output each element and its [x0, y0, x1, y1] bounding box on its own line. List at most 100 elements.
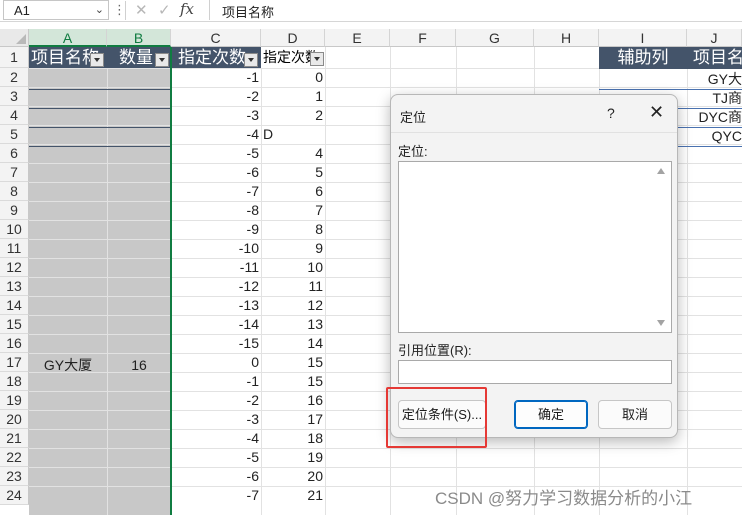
helper-cell-j2[interactable]: GY大 [687, 70, 742, 89]
cancel-icon[interactable]: ✕ [135, 1, 148, 19]
reference-input[interactable] [398, 360, 672, 384]
name-box[interactable]: A1 ⌄ [3, 0, 109, 20]
row-header[interactable]: 13 [0, 277, 29, 296]
cell-c[interactable]: -2 [171, 391, 259, 410]
cell-c[interactable]: 0 [171, 353, 259, 372]
helper-cell-j4[interactable]: DYC商 [687, 108, 742, 127]
cell-c[interactable]: -3 [171, 106, 259, 125]
ok-button[interactable]: 确定 [514, 400, 588, 429]
cell-a17[interactable]: GY大厦 [29, 356, 107, 375]
cell-d[interactable]: 8 [261, 220, 323, 239]
cell-d[interactable]: 4 [261, 144, 323, 163]
row-header[interactable]: 7 [0, 163, 29, 182]
row-header[interactable]: 20 [0, 410, 29, 429]
cell-d[interactable]: 13 [261, 315, 323, 334]
row-header[interactable]: 1 [0, 47, 29, 68]
cell-d[interactable]: 6 [261, 182, 323, 201]
column-header-g[interactable]: G [456, 29, 534, 47]
cell-d[interactable]: 1 [261, 87, 323, 106]
column-header-a[interactable]: A [29, 29, 107, 47]
cell-c[interactable]: -6 [171, 163, 259, 182]
cell-d[interactable]: 21 [261, 486, 323, 505]
cell-d[interactable]: 15 [261, 372, 323, 391]
cell-d[interactable]: 2 [261, 106, 323, 125]
row-header[interactable]: 14 [0, 296, 29, 315]
cell-c[interactable]: -4 [171, 429, 259, 448]
cell-c[interactable]: -14 [171, 315, 259, 334]
cell-c[interactable]: -4 [171, 125, 259, 144]
row-header[interactable]: 24 [0, 486, 29, 505]
cell-d[interactable]: 20 [261, 467, 323, 486]
cell-c[interactable]: -11 [171, 258, 259, 277]
filter-dropdown-icon[interactable] [155, 53, 169, 67]
row-header[interactable]: 12 [0, 258, 29, 277]
row-header[interactable]: 16 [0, 334, 29, 353]
column-header-b[interactable]: B [107, 29, 171, 47]
row-header[interactable]: 17 [0, 353, 29, 372]
cell-d[interactable]: 17 [261, 410, 323, 429]
cell-c[interactable]: -6 [171, 467, 259, 486]
column-header-h[interactable]: H [534, 29, 599, 47]
row-header[interactable]: 18 [0, 372, 29, 391]
help-icon[interactable]: ? [607, 105, 615, 121]
cell-c[interactable]: -9 [171, 220, 259, 239]
column-header-e[interactable]: E [325, 29, 390, 47]
goto-list[interactable] [398, 161, 672, 333]
row-header[interactable]: 15 [0, 315, 29, 334]
row-header[interactable]: 23 [0, 467, 29, 486]
cell-d[interactable]: 14 [261, 334, 323, 353]
cell-c[interactable]: -15 [171, 334, 259, 353]
row-header[interactable]: 3 [0, 87, 29, 106]
cell-d[interactable]: 19 [261, 448, 323, 467]
column-header-j[interactable]: J [687, 29, 742, 47]
cell-c[interactable]: -7 [171, 182, 259, 201]
filter-dropdown-icon[interactable] [310, 52, 324, 66]
insert-function-icon[interactable]: fx [180, 0, 194, 18]
chevron-down-icon[interactable]: ⌄ [95, 3, 104, 16]
cell-d[interactable]: D [263, 125, 325, 144]
cell-d[interactable]: 11 [261, 277, 323, 296]
cell-d[interactable]: 9 [261, 239, 323, 258]
column-header-d[interactable]: D [261, 29, 325, 47]
cancel-button[interactable]: 取消 [598, 400, 672, 429]
row-header[interactable]: 11 [0, 239, 29, 258]
cell-c[interactable]: -12 [171, 277, 259, 296]
row-header[interactable]: 19 [0, 391, 29, 410]
cell-c[interactable]: -5 [171, 144, 259, 163]
filter-dropdown-icon[interactable] [244, 53, 258, 67]
cell-c[interactable]: -1 [171, 68, 259, 87]
cell-c[interactable]: -3 [171, 410, 259, 429]
row-header[interactable]: 5 [0, 125, 29, 144]
cell-c[interactable]: -7 [171, 486, 259, 505]
formula-input[interactable]: 项目名称 [209, 0, 742, 20]
confirm-icon[interactable]: ✓ [158, 1, 171, 19]
row-header[interactable]: 21 [0, 429, 29, 448]
cell-d[interactable]: 12 [261, 296, 323, 315]
helper-header-j[interactable]: 项目名 [687, 47, 742, 69]
row-header[interactable]: 6 [0, 144, 29, 163]
helper-header-i[interactable]: 辅助列 [599, 47, 687, 69]
column-header-f[interactable]: F [390, 29, 456, 47]
row-header[interactable]: 22 [0, 448, 29, 467]
helper-cell-j3[interactable]: TJ商 [687, 89, 742, 108]
cell-d[interactable]: 16 [261, 391, 323, 410]
cell-d[interactable]: 5 [261, 163, 323, 182]
cell-c[interactable]: -2 [171, 87, 259, 106]
cell-c[interactable]: -5 [171, 448, 259, 467]
helper-cell-j5[interactable]: QYC [687, 127, 742, 146]
scroll-down-icon[interactable] [657, 320, 665, 326]
column-header-c[interactable]: C [171, 29, 261, 47]
column-header-i[interactable]: I [599, 29, 687, 47]
row-header[interactable]: 2 [0, 68, 29, 87]
filter-dropdown-icon[interactable] [90, 53, 104, 67]
row-header[interactable]: 8 [0, 182, 29, 201]
cell-c[interactable]: -13 [171, 296, 259, 315]
close-icon[interactable]: ✕ [649, 102, 664, 123]
cell-c[interactable]: -8 [171, 201, 259, 220]
cell-d[interactable]: 10 [261, 258, 323, 277]
cell-d[interactable]: 18 [261, 429, 323, 448]
row-header[interactable]: 10 [0, 220, 29, 239]
cell-b17[interactable]: 16 [107, 356, 171, 375]
cell-d[interactable]: 0 [261, 68, 323, 87]
cell-c[interactable]: -1 [171, 372, 259, 391]
